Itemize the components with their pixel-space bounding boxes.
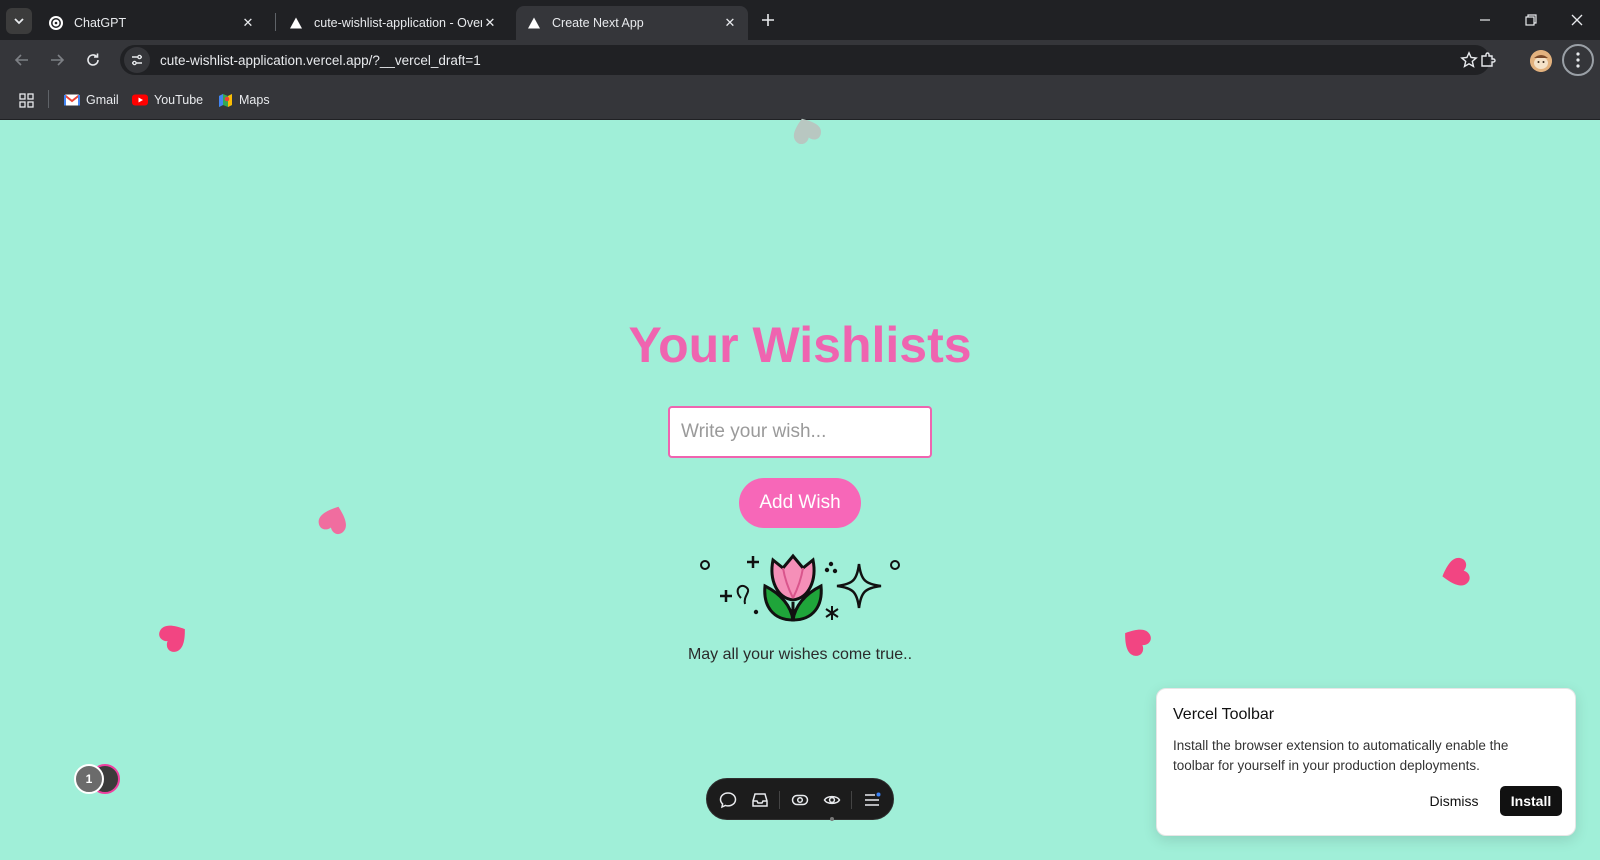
comment-icon[interactable] <box>717 789 739 811</box>
install-button[interactable]: Install <box>1500 786 1562 816</box>
wish-input[interactable] <box>668 406 932 458</box>
gmail-icon <box>64 92 80 108</box>
close-window-button[interactable] <box>1554 0 1600 40</box>
tab-search-button[interactable] <box>6 8 32 34</box>
vercel-triangle-icon <box>288 15 304 31</box>
arrow-left-icon <box>14 54 28 66</box>
floating-heart-icon <box>1442 557 1470 586</box>
plus-icon <box>762 14 774 26</box>
tab-strip: ChatGPT ✕ cute-wishlist-application - Ov… <box>0 0 1600 40</box>
minimize-icon <box>1480 19 1490 21</box>
floating-heart-icon <box>1125 629 1151 656</box>
chatgpt-icon <box>48 15 64 31</box>
vercel-toolbar <box>706 778 894 820</box>
tab-title: cute-wishlist-application - Over <box>314 16 482 30</box>
close-icon <box>1571 14 1583 26</box>
dismiss-button[interactable]: Dismiss <box>1421 786 1487 816</box>
url-text: cute-wishlist-application.vercel.app/?__… <box>160 52 481 68</box>
minimize-button[interactable] <box>1462 0 1508 40</box>
bookmarks-divider <box>48 90 49 108</box>
avatar-count-badge[interactable]: 1 <box>74 764 104 794</box>
apps-button[interactable] <box>18 90 40 110</box>
tab-create-next-app[interactable]: Create Next App ✕ <box>516 6 748 40</box>
back-button[interactable] <box>8 46 36 74</box>
kebab-menu-icon <box>1576 52 1580 68</box>
profile-face-icon <box>1530 50 1552 72</box>
card-body: Install the browser extension to automat… <box>1173 738 1509 773</box>
toolbar-divider <box>851 791 852 809</box>
bookmark-youtube[interactable]: YouTube <box>132 90 203 110</box>
floating-heart-icon <box>318 506 346 535</box>
tab-divider <box>275 13 276 31</box>
puzzle-icon <box>1481 52 1496 67</box>
chevron-down-icon <box>14 18 24 25</box>
reload-icon <box>87 53 99 66</box>
maps-icon <box>217 92 233 108</box>
tab-chatgpt[interactable]: ChatGPT ✕ <box>38 6 266 40</box>
close-icon[interactable]: ✕ <box>722 15 738 31</box>
bookmark-label: Maps <box>239 93 270 107</box>
bookmark-maps[interactable]: Maps <box>217 90 270 110</box>
vercel-triangle-icon <box>526 15 542 31</box>
bookmark-gmail[interactable]: Gmail <box>64 90 119 110</box>
add-wish-button[interactable]: Add Wish <box>739 478 861 528</box>
browser-toolbar: cute-wishlist-application.vercel.app/?__… <box>0 40 1600 80</box>
close-icon[interactable]: ✕ <box>482 15 498 31</box>
bookmarks-bar: Gmail YouTube Maps <box>0 80 1600 120</box>
vercel-toolbar-card: Vercel Toolbar Install the browser exten… <box>1156 688 1576 836</box>
restore-icon <box>1525 14 1537 26</box>
toolbar-drag-handle[interactable] <box>830 817 834 821</box>
bookmark-label: YouTube <box>154 93 204 107</box>
wishlist-page: Your Wishlists Add Wish May all your wis… <box>0 118 1600 860</box>
toolbar-divider <box>779 791 780 809</box>
close-icon[interactable]: ✕ <box>240 15 256 31</box>
toggle-icon[interactable] <box>789 789 811 811</box>
page-title: Your Wishlists <box>628 317 972 373</box>
youtube-icon <box>132 92 148 108</box>
tab-title: ChatGPT <box>74 16 127 30</box>
forward-button[interactable] <box>43 46 71 74</box>
profile-avatar[interactable] <box>1530 50 1552 72</box>
floating-heart-icon <box>159 625 185 652</box>
bookmark-label: Gmail <box>86 93 119 107</box>
eye-icon[interactable] <box>821 789 843 811</box>
arrow-right-icon <box>51 54 65 66</box>
browser-menu-button[interactable] <box>1562 44 1594 76</box>
vercel-avatars[interactable]: 1 <box>74 764 124 798</box>
card-title: Vercel Toolbar <box>1173 706 1275 723</box>
new-tab-button[interactable] <box>756 8 780 32</box>
tulip-sparkles-icon <box>700 553 900 622</box>
tab-title: Create Next App <box>552 16 644 30</box>
inbox-icon[interactable] <box>749 789 771 811</box>
reload-button[interactable] <box>79 46 107 74</box>
tagline: May all your wishes come true.. <box>687 646 913 663</box>
floating-heart-icon <box>793 118 821 144</box>
tab-wishlist-overview[interactable]: cute-wishlist-application - Over ✕ <box>278 6 508 40</box>
address-bar[interactable]: cute-wishlist-application.vercel.app/?__… <box>120 45 1490 75</box>
site-info-icon[interactable] <box>124 47 150 73</box>
apps-grid-icon <box>18 92 34 108</box>
extensions-button[interactable] <box>1476 48 1500 72</box>
menu-icon[interactable] <box>861 789 883 811</box>
restore-button[interactable] <box>1508 0 1554 40</box>
